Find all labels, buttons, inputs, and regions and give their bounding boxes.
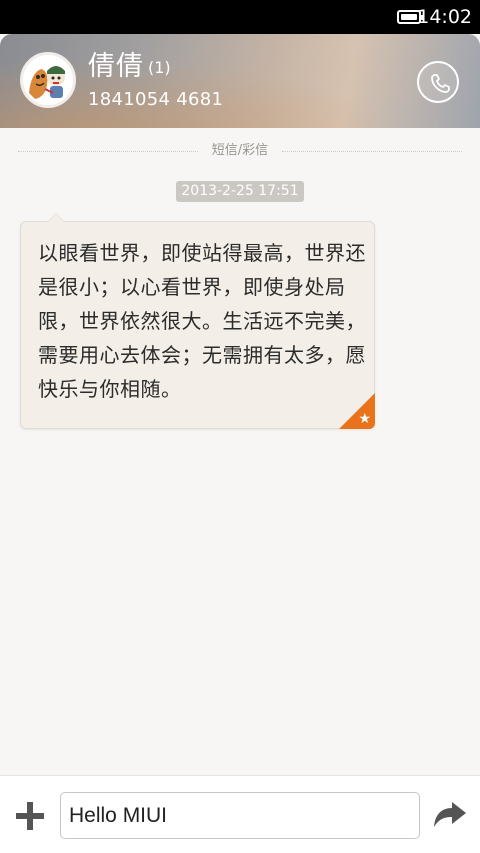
status-bar: 14:02 bbox=[0, 0, 480, 34]
send-button[interactable] bbox=[432, 801, 468, 831]
message-input[interactable] bbox=[60, 792, 420, 839]
add-attachment-button[interactable] bbox=[16, 802, 44, 830]
contact-name: 倩倩 bbox=[88, 51, 144, 82]
message-type-divider: 短信/彩信 bbox=[18, 140, 462, 162]
avatar[interactable] bbox=[20, 52, 76, 108]
message-type-label: 短信/彩信 bbox=[211, 143, 269, 158]
status-time: 14:02 bbox=[417, 6, 472, 28]
composer-bar bbox=[0, 775, 480, 853]
contact-phone-number: 1841054 4681 bbox=[88, 89, 224, 110]
send-arrow-icon bbox=[434, 802, 466, 827]
message-count: (1) bbox=[148, 58, 171, 77]
phone-icon bbox=[431, 74, 450, 93]
star-icon: ★ bbox=[358, 411, 371, 427]
message-text: 以眼看世界，即使站得最高，世界还是很小；以心看世界，即使身处局限，世界依然很大。… bbox=[38, 241, 366, 401]
message-timestamp: 2013-2-25 17:51 bbox=[176, 181, 304, 202]
call-button[interactable] bbox=[417, 61, 459, 103]
message-bubble[interactable]: 以眼看世界，即使站得最高，世界还是很小；以心看世界，即使身处局限，世界依然很大。… bbox=[20, 213, 375, 429]
starred-badge: ★ bbox=[339, 393, 375, 429]
bubble-tail bbox=[47, 213, 65, 222]
conversation-header: 倩倩 (1) 1841054 4681 bbox=[0, 34, 480, 128]
